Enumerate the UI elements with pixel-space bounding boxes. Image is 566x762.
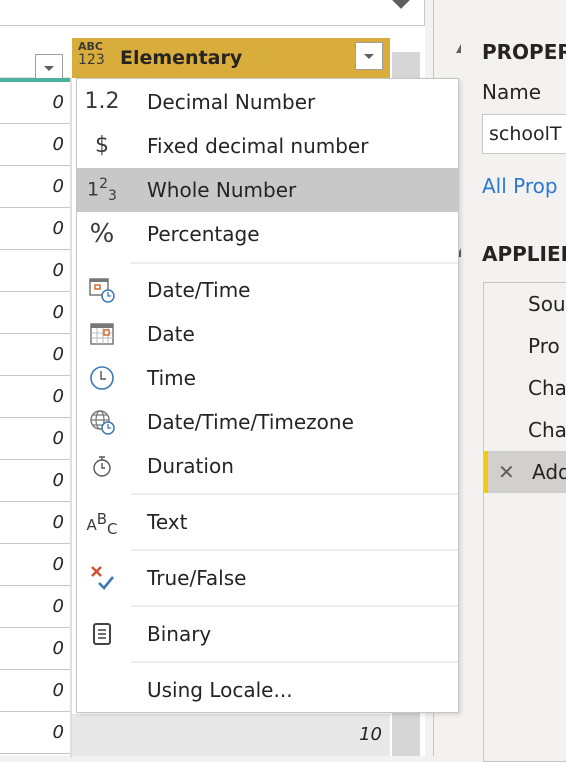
table-cell[interactable]: 0: [0, 544, 70, 586]
menu-item-date-time[interactable]: Date/Time: [77, 268, 458, 312]
applied-steps-list: Sou Pro Cha Cha ✕ Add: [483, 282, 566, 762]
table-cell[interactable]: 0: [0, 124, 70, 166]
applied-step[interactable]: Cha: [484, 409, 566, 451]
percent-icon: %: [89, 219, 115, 249]
step-label: Add: [532, 460, 566, 484]
menu-item-using-locale[interactable]: Using Locale...: [77, 668, 458, 712]
decimal-icon: 1.2: [84, 89, 120, 114]
menu-item-binary[interactable]: Binary: [77, 612, 458, 656]
table-cell[interactable]: 0: [0, 166, 70, 208]
menu-item-duration[interactable]: Duration: [77, 444, 458, 488]
applied-step[interactable]: Sou: [484, 283, 566, 325]
properties-heading: PROPER: [482, 40, 566, 64]
menu-separator: [131, 549, 458, 551]
menu-item-label: Text: [147, 510, 188, 534]
table-cell[interactable]: 0: [0, 334, 70, 376]
menu-item-date-time-timezone[interactable]: Date/Time/Timezone: [77, 400, 458, 444]
step-label: Pro: [528, 334, 560, 358]
no-icon: [77, 668, 127, 712]
menu-separator: [131, 661, 458, 663]
menu-item-label: Decimal Number: [147, 90, 316, 114]
applied-steps-heading: APPLIED: [482, 242, 566, 266]
applied-step[interactable]: Pro: [484, 325, 566, 367]
datetime-icon: [77, 268, 127, 312]
step-label: Cha: [528, 418, 566, 442]
column-header-previous[interactable]: [0, 38, 70, 82]
all-properties-link[interactable]: All Prop: [482, 174, 558, 198]
applied-step[interactable]: Cha: [484, 367, 566, 409]
calendar-icon: [77, 312, 127, 356]
clock-icon: [77, 356, 127, 400]
column-divider: [70, 78, 72, 758]
applied-step[interactable]: ✕ Add: [484, 451, 566, 493]
menu-item-label: Percentage: [147, 222, 260, 246]
table-cell[interactable]: 0: [0, 208, 70, 250]
globe-clock-icon: [77, 400, 127, 444]
menu-item-decimal-number[interactable]: 1.2 Decimal Number: [77, 80, 458, 124]
collapse-triangle-icon[interactable]: [456, 44, 461, 53]
text-abc-icon: ABC: [86, 510, 118, 538]
menu-item-fixed-decimal-number[interactable]: $ Fixed decimal number: [77, 124, 458, 168]
menu-item-time[interactable]: Time: [77, 356, 458, 400]
table-cell[interactable]: 0: [0, 460, 70, 502]
menu-separator: [131, 605, 458, 607]
menu-item-label: Fixed decimal number: [147, 134, 369, 158]
menu-item-text[interactable]: ABC Text: [77, 500, 458, 544]
delete-step-icon[interactable]: ✕: [498, 451, 515, 493]
table-cell[interactable]: 0: [0, 82, 70, 124]
column-header-elementary[interactable]: ABC 123 Elementary: [72, 38, 390, 78]
menu-item-label: Date/Time/Timezone: [147, 410, 354, 434]
binary-icon: [77, 612, 127, 656]
menu-item-label: Date: [147, 322, 195, 346]
table-cell[interactable]: 0: [0, 670, 70, 712]
table-cell[interactable]: 0: [0, 586, 70, 628]
table-cell[interactable]: 0: [0, 502, 70, 544]
whole-number-icon: 123: [87, 175, 117, 205]
menu-item-label: Whole Number: [147, 178, 297, 202]
menu-item-label: Time: [147, 366, 196, 390]
data-type-menu: 1.2 Decimal Number $ Fixed decimal number 12…: [76, 78, 459, 713]
table-cell[interactable]: 0: [0, 250, 70, 292]
name-label: Name: [482, 80, 542, 104]
menu-item-date[interactable]: Date: [77, 312, 458, 356]
formula-bar[interactable]: [0, 0, 425, 26]
step-label: Sou: [528, 292, 566, 316]
table-cell[interactable]: 0: [0, 418, 70, 460]
any-type-icon[interactable]: ABC 123: [78, 41, 105, 68]
column-filter-dropdown[interactable]: [355, 42, 383, 70]
table-cell[interactable]: 0: [0, 628, 70, 670]
table-cell[interactable]: 0: [0, 376, 70, 418]
table-cell[interactable]: 0: [0, 292, 70, 334]
true-false-icon: [77, 556, 127, 600]
stopwatch-icon: [77, 444, 127, 488]
menu-separator: [131, 493, 458, 495]
menu-item-whole-number[interactable]: 123 Whole Number: [77, 168, 458, 212]
table-cell[interactable]: 0: [0, 712, 70, 754]
menu-item-label: True/False: [147, 566, 247, 590]
menu-item-percentage[interactable]: % Percentage: [77, 212, 458, 256]
query-name-input[interactable]: schoolT: [482, 114, 566, 154]
menu-item-label: Date/Time: [147, 278, 251, 302]
step-label: Cha: [528, 376, 566, 400]
menu-item-label: Duration: [147, 454, 234, 478]
column-title: Elementary: [120, 47, 243, 69]
menu-item-label: Binary: [147, 622, 212, 646]
menu-item-label: Using Locale...: [147, 678, 293, 702]
table-cell[interactable]: 10: [72, 714, 390, 756]
menu-item-true-false[interactable]: True/False: [77, 556, 458, 600]
menu-separator: [131, 262, 458, 264]
